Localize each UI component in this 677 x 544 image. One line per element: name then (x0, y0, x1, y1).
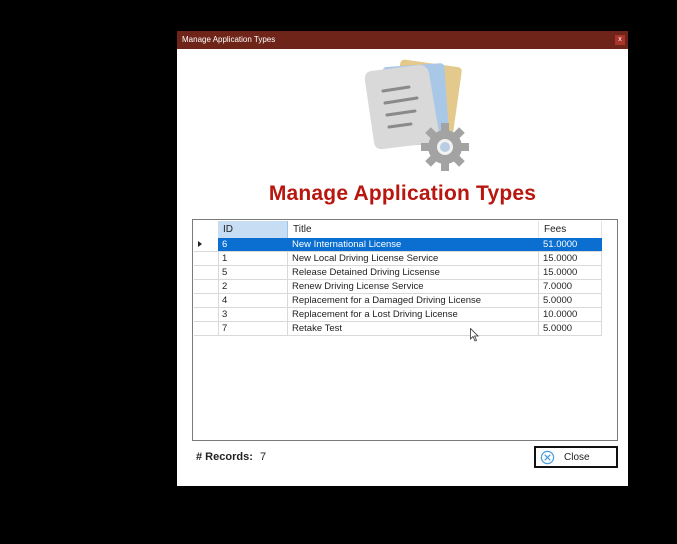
mouse-cursor-icon (470, 328, 479, 342)
cell-id: 7 (218, 322, 288, 335)
table-row[interactable]: 3 Replacement for a Lost Driving License… (194, 308, 602, 322)
table-row[interactable]: 7 Retake Test 5.0000 (194, 322, 602, 336)
row-selector[interactable] (194, 308, 219, 321)
cell-title: Release Detained Driving Licsense (288, 266, 539, 279)
row-header-corner (194, 221, 219, 238)
cell-fees: 7.0000 (539, 280, 602, 293)
table-row[interactable]: 1 New Local Driving License Service 15.0… (194, 252, 602, 266)
cell-id: 2 (218, 280, 288, 293)
row-selector[interactable] (194, 252, 219, 265)
application-types-grid[interactable]: ID Title Fees 6 New International Licens… (192, 219, 618, 441)
close-button-label: Close (564, 452, 590, 463)
column-header-id[interactable]: ID (218, 221, 288, 238)
row-selector[interactable] (194, 294, 219, 307)
close-button[interactable]: Close (534, 446, 618, 468)
cell-title: Replacement for a Damaged Driving Licens… (288, 294, 539, 307)
cell-fees: 5.0000 (539, 294, 602, 307)
records-label: # Records: (196, 451, 253, 463)
window-title: Manage Application Types (182, 35, 276, 44)
cell-title: Retake Test (288, 322, 539, 335)
cell-title: New Local Driving License Service (288, 252, 539, 265)
cell-fees: 15.0000 (539, 266, 602, 279)
cell-id: 6 (218, 238, 288, 251)
cell-id: 5 (218, 266, 288, 279)
documents-gear-icon (364, 59, 469, 171)
row-selector[interactable] (194, 322, 219, 335)
row-selector[interactable] (194, 238, 219, 251)
close-circle-icon (540, 450, 555, 465)
cell-fees: 15.0000 (539, 252, 602, 265)
cell-id: 3 (218, 308, 288, 321)
column-header-fees[interactable]: Fees (539, 221, 602, 238)
row-selector[interactable] (194, 266, 219, 279)
cell-title: Replacement for a Lost Driving License (288, 308, 539, 321)
title-bar[interactable]: Manage Application Types x (177, 31, 628, 49)
page-title: Manage Application Types (268, 182, 537, 205)
window-close-button[interactable]: x (615, 35, 625, 45)
cell-title: Renew Driving License Service (288, 280, 539, 293)
column-header-title[interactable]: Title (288, 221, 539, 238)
table-row[interactable]: 4 Replacement for a Damaged Driving Lice… (194, 294, 602, 308)
table-row[interactable]: 2 Renew Driving License Service 7.0000 (194, 280, 602, 294)
row-selector[interactable] (194, 280, 219, 293)
cell-fees: 5.0000 (539, 322, 602, 335)
cell-fees: 51.0000 (539, 238, 602, 251)
manage-application-types-window: Manage Application Types x Manage Applic… (177, 31, 628, 486)
row-pointer-icon (198, 241, 202, 247)
cell-id: 1 (218, 252, 288, 265)
cell-id: 4 (218, 294, 288, 307)
cell-fees: 10.0000 (539, 308, 602, 321)
cell-title: New International License (288, 238, 539, 251)
records-count: 7 (260, 451, 267, 463)
table-row[interactable]: 5 Release Detained Driving Licsense 15.0… (194, 266, 602, 280)
table-row[interactable]: 6 New International License 51.0000 (194, 238, 602, 252)
